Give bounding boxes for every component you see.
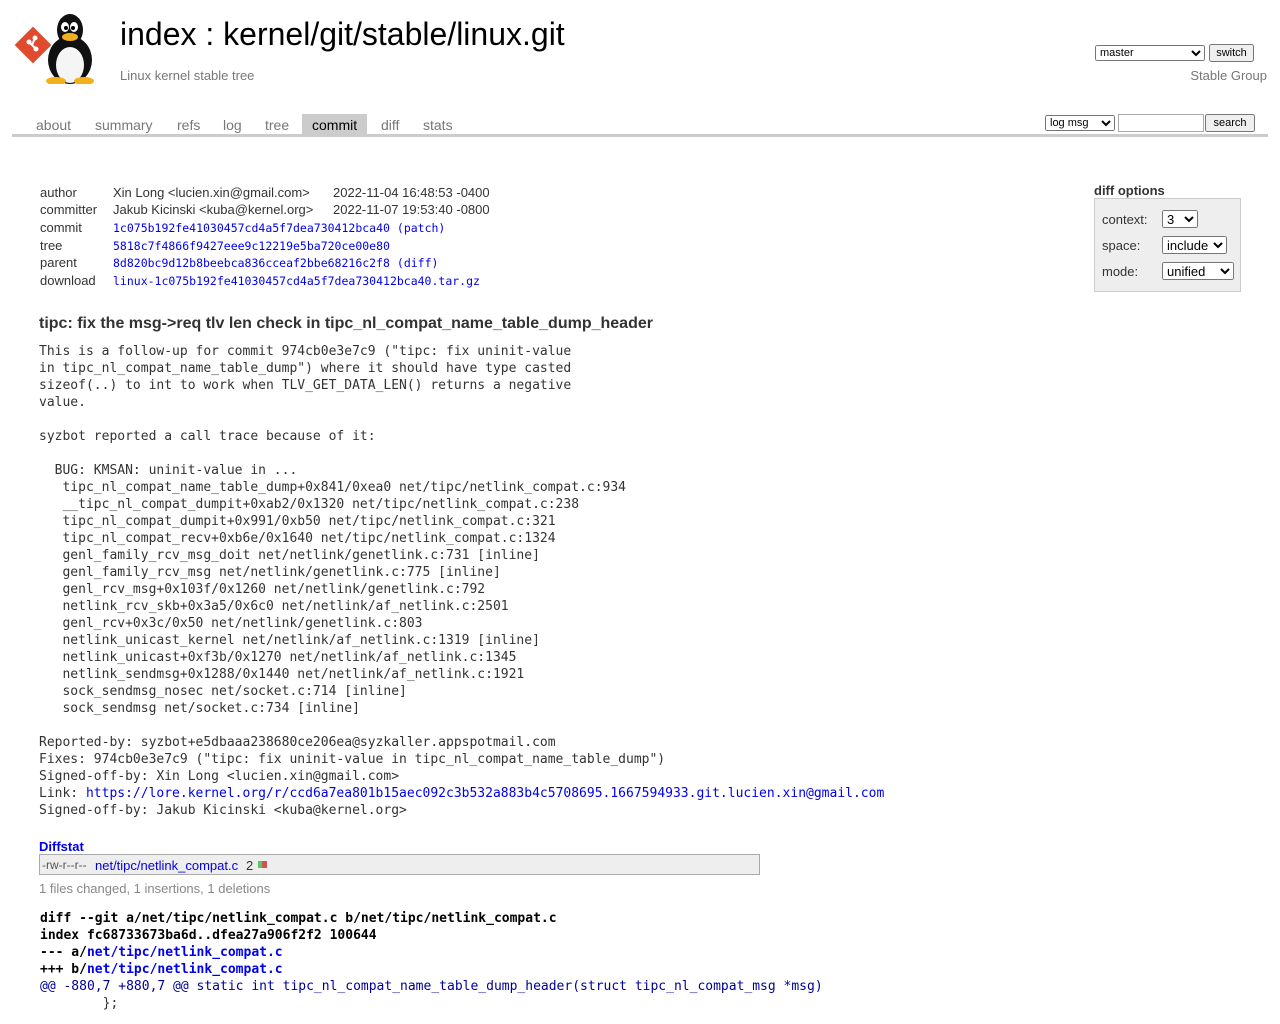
branch-select[interactable]: master — [1095, 45, 1205, 61]
commit-hash-link[interactable]: 1c075b192fe41030457cd4a5f7dea730412bca40 — [113, 221, 390, 235]
page-title: index : kernel/git/stable/linux.git — [120, 16, 565, 53]
tab-commit[interactable]: commit — [302, 114, 368, 134]
committer-label: committer — [40, 202, 98, 217]
diff-options-panel: context: 3 space: include mode: unified — [1094, 198, 1241, 292]
file-mode: -rw-r--r-- — [42, 858, 87, 872]
plus-file-link[interactable]: net/tipc/netlink_compat.c — [87, 962, 283, 977]
tux-penguin-icon — [46, 14, 94, 84]
tab-about[interactable]: about — [26, 114, 81, 134]
committer-value: Jakub Kicinski <kuba@kernel.org> — [113, 202, 314, 217]
context-label: context: — [1102, 212, 1148, 227]
title-repo-link[interactable]: kernel/git/stable/linux.git — [223, 16, 565, 52]
diffstat-count: 2 — [246, 858, 254, 873]
diffstat-file-link[interactable]: net/tipc/netlink_compat.c — [95, 858, 238, 873]
space-label: space: — [1102, 238, 1141, 253]
context-select[interactable]: 3 — [1162, 210, 1198, 228]
minus-file-link[interactable]: net/tipc/netlink_compat.c — [87, 945, 283, 960]
space-select[interactable]: include — [1162, 236, 1227, 254]
parent-label: parent — [40, 255, 77, 270]
switch-button[interactable]: switch — [1209, 44, 1254, 62]
commit-subject: tipc: fix the msg->req tlv len check in … — [39, 315, 653, 332]
diffstat-deletions-bar — [262, 861, 267, 868]
search-button[interactable]: search — [1205, 114, 1255, 132]
search-scope-select[interactable]: log msg — [1045, 115, 1115, 131]
lore-link[interactable]: https://lore.kernel.org/r/ccd6a7ea801b15… — [86, 786, 884, 801]
title-separator: : — [196, 16, 224, 52]
commit-hash-row: 1c075b192fe41030457cd4a5f7dea730412bca40… — [113, 221, 445, 235]
tab-tree[interactable]: tree — [255, 114, 299, 134]
tab-refs[interactable]: refs — [167, 114, 210, 134]
tree-hash-link[interactable]: 5818c7f4866f9427eee9c12219e5ba720ce00e80 — [113, 239, 390, 253]
diffstat-summary: 1 files changed, 1 insertions, 1 deletio… — [39, 881, 271, 896]
parent-hash-link[interactable]: 8d820bc9d12b8beebca836cceaf2bbe68216c2f8 — [113, 256, 390, 270]
diff-index: index fc68733673ba6d..dfea27a906f2f2 100… — [40, 928, 377, 943]
author-label: author — [40, 185, 77, 200]
tab-stats[interactable]: stats — [413, 114, 463, 134]
mode-select[interactable]: unified — [1162, 262, 1234, 280]
cgit-logo[interactable] — [14, 10, 110, 84]
patch-link[interactable]: (patch) — [397, 221, 445, 235]
git-diamond-icon — [14, 26, 52, 64]
tree-hash-row: 5818c7f4866f9427eee9c12219e5ba720ce00e80 — [113, 239, 390, 253]
diff-options-heading: diff options — [1094, 183, 1165, 198]
diff-context-line: }; — [40, 996, 119, 1011]
final-signoff: Signed-off-by: Jakub Kicinski <kuba@kern… — [39, 803, 407, 818]
tab-summary[interactable]: summary — [85, 114, 163, 134]
tab-log[interactable]: log — [213, 114, 252, 134]
author-date: 2022-11-04 16:48:53 -0400 — [333, 185, 490, 200]
commit-label: commit — [40, 220, 82, 235]
parent-diff-link[interactable]: (diff) — [397, 256, 439, 270]
tree-label: tree — [40, 238, 63, 253]
repo-owner: Stable Group — [1190, 68, 1267, 83]
diff-minus-file: --- a/net/tipc/netlink_compat.c — [40, 945, 283, 960]
download-label: download — [40, 273, 96, 288]
download-link[interactable]: linux-1c075b192fe41030457cd4a5f7dea73041… — [113, 274, 480, 288]
commit-message-body: This is a follow-up for commit 974cb0e3e… — [39, 344, 666, 784]
download-row: linux-1c075b192fe41030457cd4a5f7dea73041… — [113, 274, 480, 288]
minus-prefix: --- a/ — [40, 945, 87, 960]
diff-plus-file: +++ b/net/tipc/netlink_compat.c — [40, 962, 283, 977]
plus-prefix: +++ b/ — [40, 962, 87, 977]
diff-header: diff --git a/net/tipc/netlink_compat.c b… — [40, 911, 557, 926]
diffstat-heading-link[interactable]: Diffstat — [39, 839, 84, 854]
repo-description: Linux kernel stable tree — [120, 68, 255, 83]
mode-label: mode: — [1102, 264, 1139, 279]
link-prefix: Link: — [39, 786, 86, 801]
tab-diff[interactable]: diff — [371, 114, 409, 134]
commit-message: This is a follow-up for commit 974cb0e3e… — [39, 343, 884, 819]
search-input[interactable] — [1118, 114, 1204, 132]
diff-hunk-header: @@ -880,7 +880,7 @@ static int tipc_nl_c… — [40, 979, 823, 994]
parent-hash-row: 8d820bc9d12b8beebca836cceaf2bbe68216c2f8… — [113, 256, 438, 270]
committer-date: 2022-11-07 19:53:40 -0800 — [333, 202, 490, 217]
title-index-link[interactable]: index — [120, 16, 197, 52]
diffstat-row: -rw-r--r-- net/tipc/netlink_compat.c 2 — [39, 854, 760, 875]
author-value: Xin Long <lucien.xin@gmail.com> — [113, 185, 310, 200]
